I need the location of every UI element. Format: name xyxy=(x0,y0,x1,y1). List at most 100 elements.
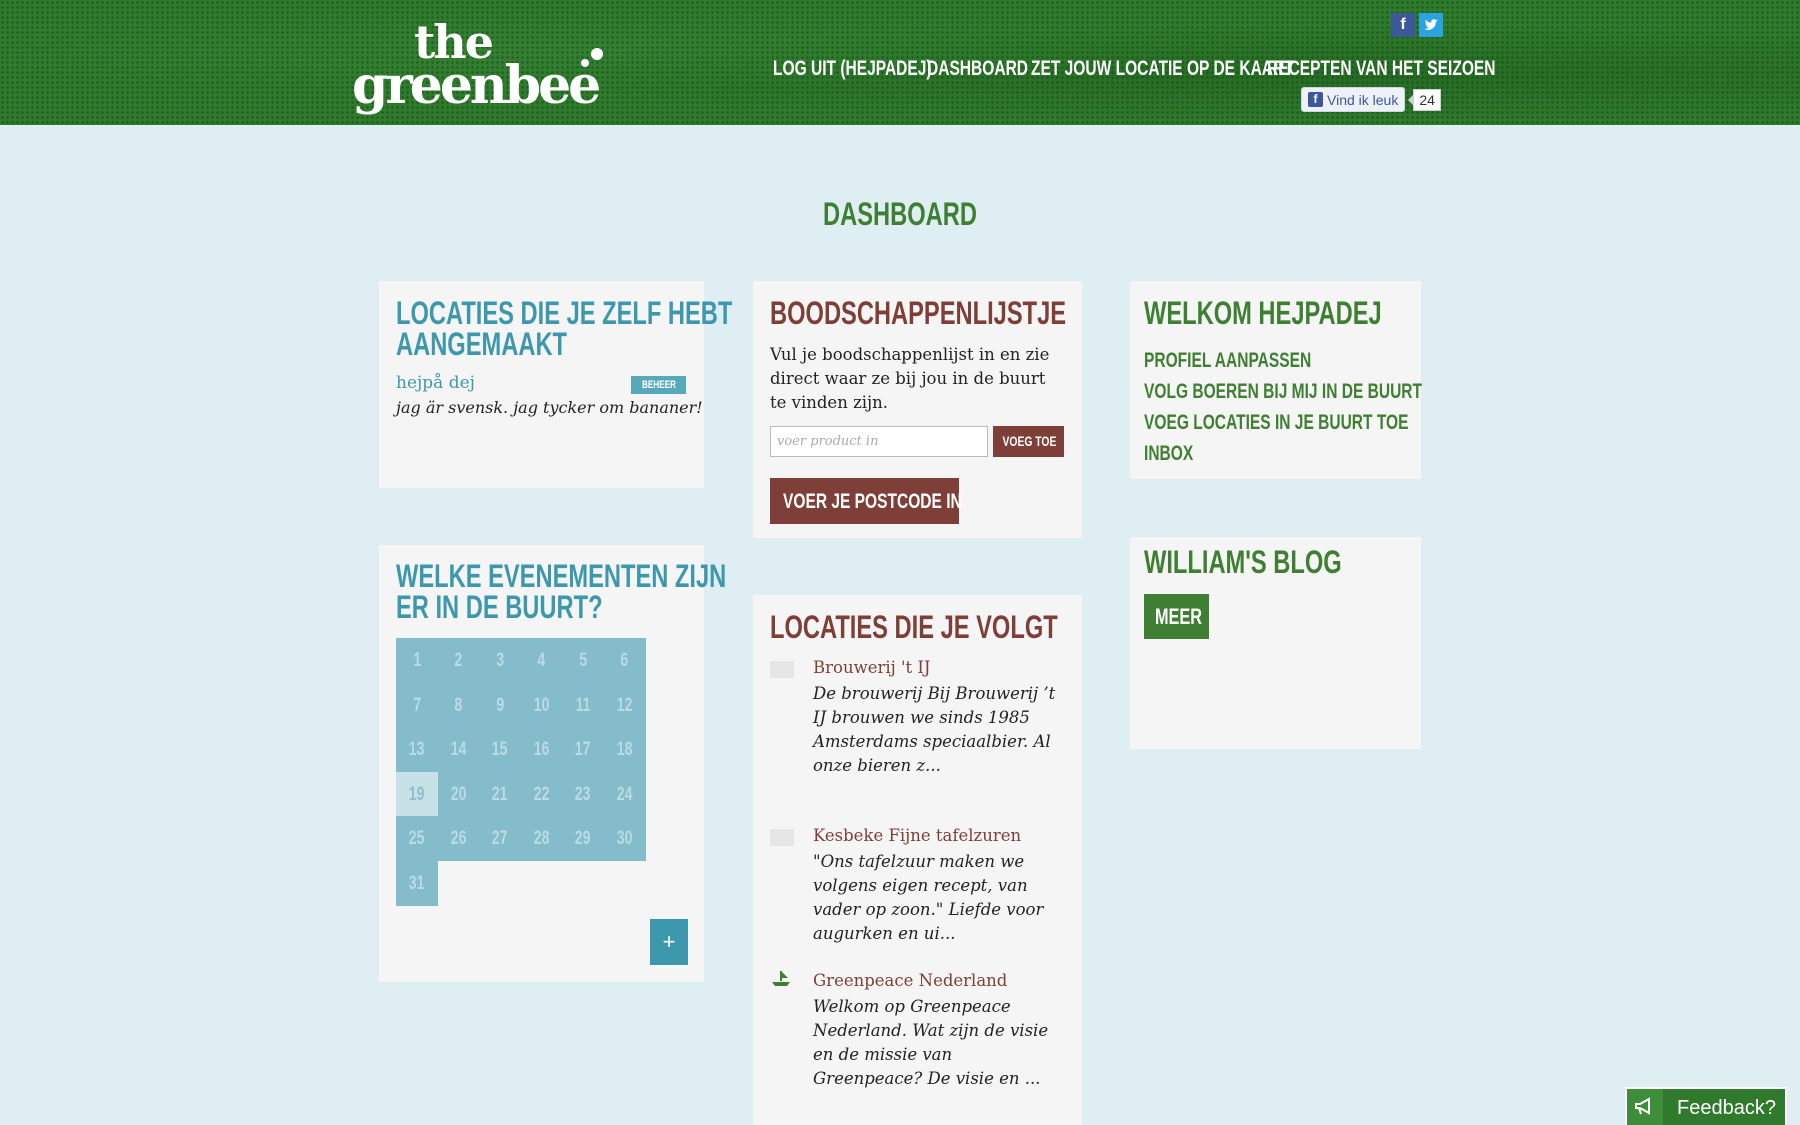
location-description: "Ons tafelzuur maken we volgens eigen re… xyxy=(813,852,1044,943)
edit-profile-link[interactable]: PROFIEL AANPASSEN xyxy=(1144,345,1520,376)
calendar-day[interactable]: 17 xyxy=(562,727,604,772)
calendar-day-label: 16 xyxy=(533,739,550,760)
calendar-day-label: 6 xyxy=(620,650,629,671)
calendar-day[interactable]: 14 xyxy=(437,727,480,772)
calendar-day[interactable]: 8 xyxy=(437,682,480,728)
calendar-day[interactable]: 7 xyxy=(396,682,438,728)
feedback-button[interactable]: Feedback? xyxy=(1625,1087,1787,1125)
like-button[interactable]: f Vind ik leuk xyxy=(1301,87,1406,112)
calendar-day-label: 5 xyxy=(579,650,587,671)
page-title: DASHBOARD xyxy=(823,196,977,232)
location-thumbnail-icon xyxy=(770,661,794,678)
add-locations-link[interactable]: VOEG LOCATIES IN JE BUURT TOE xyxy=(1144,407,1520,438)
calendar-day-label: 9 xyxy=(496,694,504,716)
location-description: Welkom op Greenpeace Nederland. Wat zijn… xyxy=(813,997,1049,1088)
calendar-day[interactable]: 12 xyxy=(603,682,646,728)
location-thumbnail-icon xyxy=(770,829,794,846)
location-link[interactable]: Greenpeace Nederland xyxy=(813,971,1007,990)
own-locations-panel: LOCATIES DIE JE ZELF HEBT AANGEMAAKT hej… xyxy=(379,281,732,488)
calendar-day-label: 3 xyxy=(496,650,504,671)
calendar-day-label: 21 xyxy=(492,783,508,805)
calendar-day[interactable]: 26 xyxy=(437,816,480,861)
logo-line-greenbee: greenbee xyxy=(352,55,601,117)
location-link[interactable]: Kesbeke Fijne tafelzuren xyxy=(813,826,1021,845)
calendar-day-label: 11 xyxy=(575,694,591,716)
followed-locations-panel: LOCATIES DIE JE VOLGT Brouwerij 't IJ De… xyxy=(753,595,1082,1125)
calendar-day-label: 23 xyxy=(575,783,591,805)
calendar-day[interactable]: 11 xyxy=(562,682,604,728)
calendar-day[interactable]: 5 xyxy=(562,638,604,683)
calendar-day-label: 20 xyxy=(450,783,467,805)
welcome-links: PROFIEL AANPASSEN VOLG BOEREN BIJ MIJ IN… xyxy=(1144,345,1520,469)
calendar-day[interactable]: 20 xyxy=(437,771,480,817)
calendar-day[interactable]: 31 xyxy=(396,860,438,906)
calendar-day[interactable]: 25 xyxy=(396,816,438,861)
social-links: f xyxy=(1391,13,1443,37)
calendar-day-label: 31 xyxy=(409,872,425,894)
calendar-day-label: 28 xyxy=(533,828,550,849)
calendar-day[interactable]: 9 xyxy=(479,682,521,728)
calendar-day-label: 1 xyxy=(413,650,421,671)
follow-farmers-link[interactable]: VOLG BOEREN BIJ MIJ IN DE BUURT xyxy=(1144,376,1520,407)
calendar-day-label: 19 xyxy=(409,783,425,805)
calendar-day[interactable]: 3 xyxy=(479,638,521,683)
calendar-day-label: 14 xyxy=(450,739,467,760)
calendar-day[interactable]: 6 xyxy=(603,638,646,683)
calendar-day-label: 2 xyxy=(454,650,463,671)
calendar-day[interactable]: 15 xyxy=(479,727,521,772)
calendar-day[interactable]: 29 xyxy=(562,816,604,861)
shopping-list-intro: Vul je boodschappenlijst in en zie direc… xyxy=(770,345,1050,412)
more-button[interactable]: MEER xyxy=(1144,594,1209,639)
shopping-list-panel: BOODSCHAPPENLIJSTJE Vul je boodschappenl… xyxy=(753,281,1082,538)
calendar-day[interactable]: 28 xyxy=(520,816,563,861)
calendar-day-label: 30 xyxy=(616,828,633,849)
location-description: De brouwerij Bij Brouwerij ’t IJ brouwen… xyxy=(813,684,1056,775)
calendar-day[interactable]: 4 xyxy=(520,638,563,683)
calendar-day[interactable]: 23 xyxy=(562,771,604,817)
nav-recipes[interactable]: RECEPTEN VAN HET SEIZOEN xyxy=(1267,56,1576,81)
calendar-day[interactable]: 10 xyxy=(520,682,563,728)
calendar-day-label: 24 xyxy=(616,783,633,805)
own-location-link[interactable]: hejpå dej xyxy=(396,373,475,393)
manage-button[interactable]: BEHEER xyxy=(631,376,686,394)
calendar-day-label: 13 xyxy=(409,739,425,760)
followed-locations-title: LOCATIES DIE JE VOLGT xyxy=(770,609,1058,645)
facebook-like-widget: f Vind ik leuk 24 xyxy=(1301,87,1441,112)
greenbee-logo[interactable]: the greenbee xyxy=(352,19,603,117)
like-label: Vind ik leuk xyxy=(1327,91,1399,108)
calendar-day-label: 10 xyxy=(533,694,550,716)
calendar-day[interactable]: 27 xyxy=(479,816,521,861)
calendar-day-label: 17 xyxy=(575,739,591,760)
add-product-button[interactable]: VOEG TOE xyxy=(993,426,1064,457)
events-panel: WELKE EVENEMENTEN ZIJN ER IN DE BUURT? 1… xyxy=(379,545,726,982)
like-count: 24 xyxy=(1408,88,1441,111)
inbox-link[interactable]: INBOX xyxy=(1144,438,1520,469)
calendar-day-label: 15 xyxy=(492,739,508,760)
product-input[interactable]: voer product in xyxy=(770,426,988,457)
location-link[interactable]: Brouwerij 't IJ xyxy=(813,658,931,677)
calendar-day[interactable]: 21 xyxy=(479,771,521,817)
twitter-icon[interactable] xyxy=(1419,13,1443,37)
calendar-day[interactable]: 18 xyxy=(603,727,646,772)
calendar-day-label: 27 xyxy=(492,828,508,849)
calendar-day[interactable]: 2 xyxy=(437,638,480,683)
calendar-day-label: 26 xyxy=(450,828,467,849)
welcome-title: WELKOM HEJPADEJ xyxy=(1144,295,1382,331)
calendar-day[interactable]: 19 xyxy=(396,771,438,817)
site-header: the greenbee f LOG UIT (HEJPADEJ) DASHBO… xyxy=(0,0,1800,125)
calendar-day-label: 4 xyxy=(537,650,546,671)
add-event-button[interactable]: + xyxy=(650,919,688,965)
calendar-day[interactable]: 24 xyxy=(603,771,646,817)
facebook-icon[interactable]: f xyxy=(1391,13,1415,37)
own-location-description: jag är svensk. jag tycker om bananer! xyxy=(396,398,703,417)
calendar-day[interactable]: 16 xyxy=(520,727,563,772)
boat-icon xyxy=(770,969,794,986)
calendar-day[interactable]: 1 xyxy=(396,638,438,683)
enter-postcode-button[interactable]: VOER JE POSTCODE IN xyxy=(770,478,962,524)
calendar-day-label: 8 xyxy=(454,694,463,716)
facebook-icon: f xyxy=(1308,92,1323,107)
calendar-day[interactable]: 30 xyxy=(603,816,646,861)
calendar-day[interactable]: 13 xyxy=(396,727,438,772)
calendar-day[interactable]: 22 xyxy=(520,771,563,817)
blog-panel: WILLIAM'S BLOG MEER xyxy=(1130,537,1421,749)
